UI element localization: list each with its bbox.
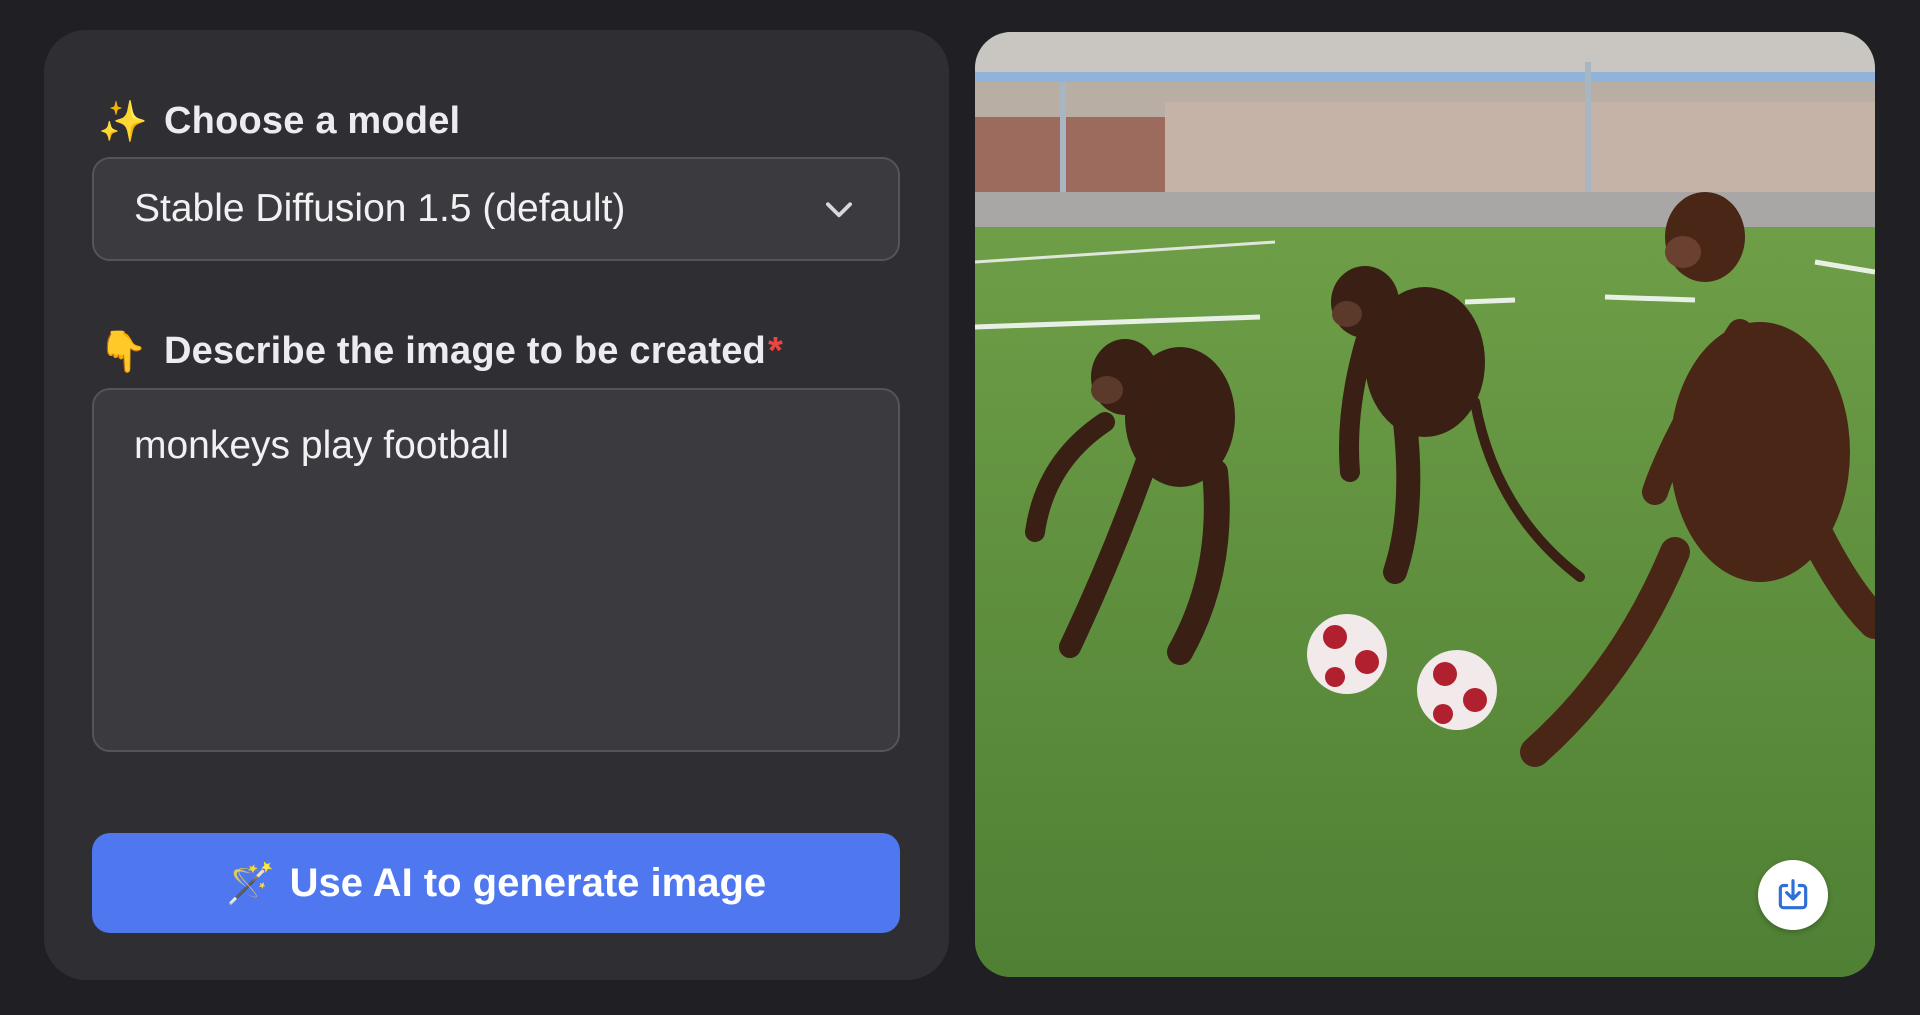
download-icon xyxy=(1778,879,1808,910)
model-select[interactable]: Stable Diffusion 1.5 (default) xyxy=(92,157,900,261)
model-select-value: Stable Diffusion 1.5 (default) xyxy=(134,187,626,230)
download-button[interactable] xyxy=(1758,860,1828,930)
prompt-textarea[interactable]: monkeys play football xyxy=(92,388,900,752)
prompt-label-row: 👇 Describe the image to be created * xyxy=(98,328,783,375)
prompt-label: Describe the image to be created xyxy=(164,330,766,372)
football-1 xyxy=(1307,614,1387,694)
chevron-down-icon xyxy=(826,202,852,218)
generated-image-illustration xyxy=(975,32,1875,977)
magic-wand-icon: 🪄 xyxy=(225,860,276,907)
model-label-row: ✨ Choose a model xyxy=(98,98,460,145)
required-mark: * xyxy=(767,330,783,372)
pointing-down-icon: 👇 xyxy=(98,329,149,375)
sparkles-icon: ✨ xyxy=(98,99,149,145)
model-label: Choose a model xyxy=(164,100,461,142)
generator-panel: ✨ Choose a model Stable Diffusion 1.5 (d… xyxy=(44,30,949,980)
football-2 xyxy=(1417,650,1497,730)
generated-image xyxy=(975,32,1875,977)
generate-image-button[interactable]: 🪄 Use AI to generate image xyxy=(92,833,900,933)
generate-button-label: Use AI to generate image xyxy=(289,860,767,905)
